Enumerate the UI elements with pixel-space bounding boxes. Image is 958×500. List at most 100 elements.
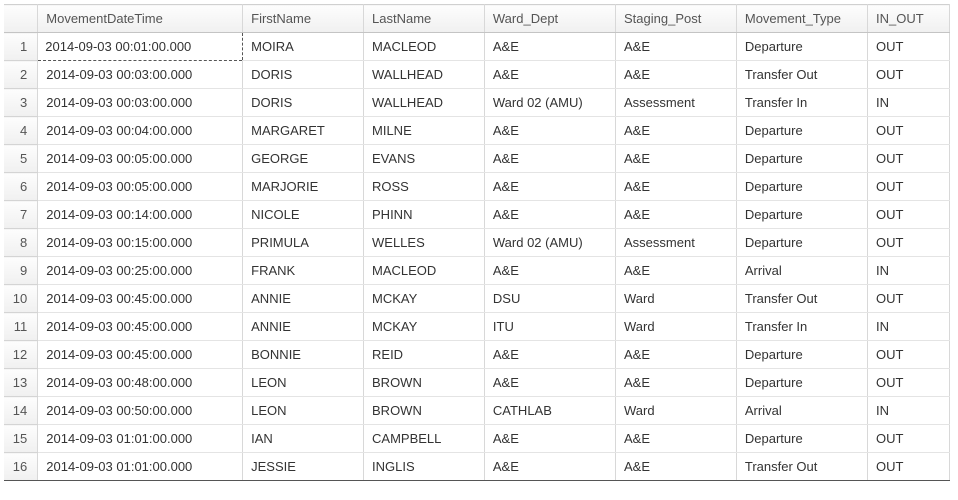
column-header-ward_dept[interactable]: Ward_Dept [484,5,615,33]
cell-staging_post[interactable]: Ward [616,285,737,313]
table-row[interactable]: 52014-09-03 00:05:00.000GEORGEEVANSA&EA&… [4,145,950,173]
cell-lastname[interactable]: WALLHEAD [364,61,485,89]
cell-ward_dept[interactable]: Ward 02 (AMU) [484,229,615,257]
cell-lastname[interactable]: REID [364,341,485,369]
cell-movementdatetime[interactable]: 2014-09-03 00:45:00.000 [38,341,243,369]
table-row[interactable]: 22014-09-03 00:03:00.000DORISWALLHEADA&E… [4,61,950,89]
cell-in_out[interactable]: IN [867,257,949,285]
cell-staging_post[interactable]: A&E [616,173,737,201]
cell-firstname[interactable]: MARJORIE [243,173,364,201]
cell-movement_type[interactable]: Departure [736,425,867,453]
table-row[interactable]: 102014-09-03 00:45:00.000ANNIEMCKAYDSUWa… [4,285,950,313]
cell-in_out[interactable]: OUT [867,201,949,229]
cell-movement_type[interactable]: Departure [736,33,867,61]
cell-movement_type[interactable]: Transfer Out [736,453,867,481]
row-number[interactable]: 15 [4,425,38,453]
cell-lastname[interactable]: INGLIS [364,453,485,481]
cell-ward_dept[interactable]: A&E [484,61,615,89]
cell-lastname[interactable]: MACLEOD [364,33,485,61]
cell-ward_dept[interactable]: A&E [484,453,615,481]
cell-in_out[interactable]: OUT [867,369,949,397]
row-number[interactable]: 2 [4,61,38,89]
cell-movementdatetime[interactable]: 2014-09-03 00:04:00.000 [38,117,243,145]
cell-in_out[interactable]: OUT [867,145,949,173]
cell-ward_dept[interactable]: A&E [484,173,615,201]
table-row[interactable]: 42014-09-03 00:04:00.000MARGARETMILNEA&E… [4,117,950,145]
cell-firstname[interactable]: IAN [243,425,364,453]
results-grid[interactable]: MovementDateTimeFirstNameLastNameWard_De… [4,4,950,481]
cell-movementdatetime[interactable]: 2014-09-03 00:15:00.000 [38,229,243,257]
cell-in_out[interactable]: OUT [867,453,949,481]
cell-movementdatetime[interactable]: 2014-09-03 00:03:00.000 [38,61,243,89]
table-row[interactable]: 112014-09-03 00:45:00.000ANNIEMCKAYITUWa… [4,313,950,341]
cell-firstname[interactable]: LEON [243,369,364,397]
cell-staging_post[interactable]: A&E [616,341,737,369]
cell-movement_type[interactable]: Arrival [736,257,867,285]
cell-staging_post[interactable]: A&E [616,425,737,453]
cell-movementdatetime[interactable]: 2014-09-03 00:50:00.000 [38,397,243,425]
cell-firstname[interactable]: JESSIE [243,453,364,481]
row-number[interactable]: 16 [4,453,38,481]
cell-ward_dept[interactable]: Ward 02 (AMU) [484,89,615,117]
cell-lastname[interactable]: BROWN [364,397,485,425]
cell-movement_type[interactable]: Arrival [736,397,867,425]
cell-in_out[interactable]: OUT [867,341,949,369]
cell-lastname[interactable]: MCKAY [364,285,485,313]
cell-ward_dept[interactable]: A&E [484,425,615,453]
cell-lastname[interactable]: ROSS [364,173,485,201]
cell-movementdatetime[interactable]: 2014-09-03 00:05:00.000 [38,145,243,173]
column-header-in_out[interactable]: IN_OUT [867,5,949,33]
table-row[interactable]: 162014-09-03 01:01:00.000JESSIEINGLISA&E… [4,453,950,481]
cell-staging_post[interactable]: A&E [616,369,737,397]
table-row[interactable]: 82014-09-03 00:15:00.000PRIMULAWELLESWar… [4,229,950,257]
cell-firstname[interactable]: DORIS [243,61,364,89]
cell-ward_dept[interactable]: A&E [484,33,615,61]
cell-lastname[interactable]: MCKAY [364,313,485,341]
column-header-movementdatetime[interactable]: MovementDateTime [38,5,243,33]
cell-movement_type[interactable]: Transfer Out [736,61,867,89]
cell-lastname[interactable]: CAMPBELL [364,425,485,453]
row-number[interactable]: 4 [4,117,38,145]
table-row[interactable]: 12014-09-03 00:01:00.000MOIRAMACLEODA&EA… [4,33,950,61]
cell-firstname[interactable]: MARGARET [243,117,364,145]
cell-staging_post[interactable]: A&E [616,257,737,285]
cell-firstname[interactable]: DORIS [243,89,364,117]
cell-staging_post[interactable]: A&E [616,117,737,145]
cell-movementdatetime[interactable]: 2014-09-03 00:05:00.000 [38,173,243,201]
table-row[interactable]: 62014-09-03 00:05:00.000MARJORIEROSSA&EA… [4,173,950,201]
row-number[interactable]: 9 [4,257,38,285]
cell-firstname[interactable]: FRANK [243,257,364,285]
table-row[interactable]: 152014-09-03 01:01:00.000IANCAMPBELLA&EA… [4,425,950,453]
cell-staging_post[interactable]: A&E [616,61,737,89]
cell-lastname[interactable]: PHINN [364,201,485,229]
row-number[interactable]: 3 [4,89,38,117]
cell-in_out[interactable]: IN [867,397,949,425]
cell-lastname[interactable]: BROWN [364,369,485,397]
row-number[interactable]: 8 [4,229,38,257]
cell-staging_post[interactable]: Ward [616,397,737,425]
cell-ward_dept[interactable]: ITU [484,313,615,341]
column-header-firstname[interactable]: FirstName [243,5,364,33]
row-number[interactable]: 7 [4,201,38,229]
row-number[interactable]: 5 [4,145,38,173]
cell-in_out[interactable]: OUT [867,285,949,313]
cell-staging_post[interactable]: A&E [616,33,737,61]
cell-movement_type[interactable]: Transfer Out [736,285,867,313]
cell-movement_type[interactable]: Departure [736,229,867,257]
row-number[interactable]: 6 [4,173,38,201]
cell-firstname[interactable]: PRIMULA [243,229,364,257]
cell-ward_dept[interactable]: A&E [484,117,615,145]
cell-movementdatetime[interactable]: 2014-09-03 01:01:00.000 [38,453,243,481]
table-row[interactable]: 72014-09-03 00:14:00.000NICOLEPHINNA&EA&… [4,201,950,229]
cell-in_out[interactable]: IN [867,89,949,117]
row-number[interactable]: 10 [4,285,38,313]
rownum-header[interactable] [4,5,38,33]
cell-movement_type[interactable]: Transfer In [736,313,867,341]
cell-ward_dept[interactable]: DSU [484,285,615,313]
row-number[interactable]: 13 [4,369,38,397]
cell-staging_post[interactable]: A&E [616,201,737,229]
cell-movement_type[interactable]: Departure [736,145,867,173]
table-row[interactable]: 122014-09-03 00:45:00.000BONNIEREIDA&EA&… [4,341,950,369]
cell-lastname[interactable]: MILNE [364,117,485,145]
cell-firstname[interactable]: ANNIE [243,285,364,313]
